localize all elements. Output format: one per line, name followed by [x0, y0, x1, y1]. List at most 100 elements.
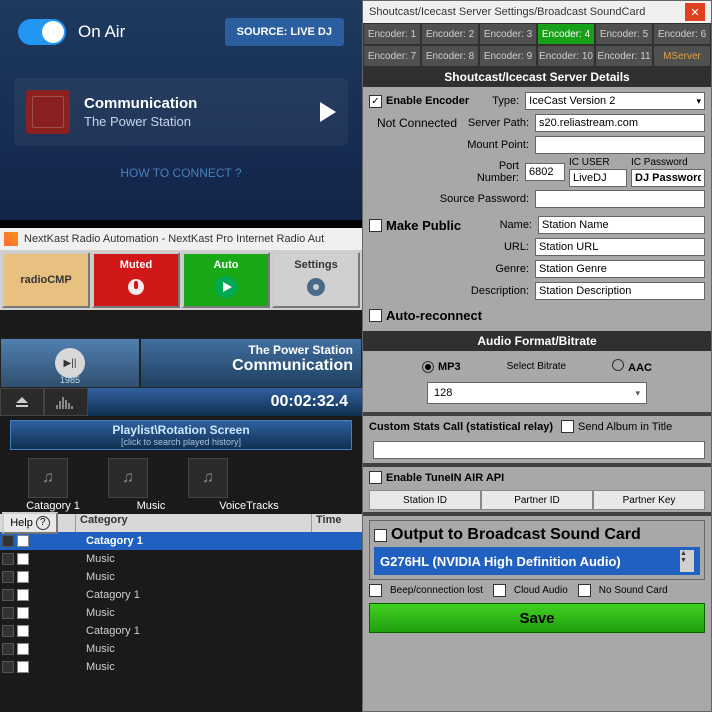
- row-checkbox[interactable]: [17, 571, 29, 583]
- soundcard-select[interactable]: G276HL (NVIDIA High Definition Audio)▲▼: [374, 547, 700, 575]
- server-path-input[interactable]: [535, 114, 705, 132]
- playlist-row[interactable]: Music: [0, 550, 362, 568]
- onair-label: On Air: [78, 22, 125, 42]
- row-checkbox[interactable]: [17, 607, 29, 619]
- bitrate-select[interactable]: 128▾: [427, 382, 647, 404]
- playlist-row[interactable]: Music: [0, 568, 362, 586]
- close-button[interactable]: ✕: [685, 3, 705, 21]
- play-pause-icon[interactable]: ▶||: [55, 348, 85, 378]
- track-icon: [2, 535, 14, 547]
- save-button[interactable]: Save: [369, 603, 705, 633]
- playlist-row[interactable]: Catagory 1: [0, 622, 362, 640]
- tunein-partner-key[interactable]: Partner Key: [593, 490, 705, 510]
- playlist-row[interactable]: Music: [0, 640, 362, 658]
- category-label[interactable]: VoiceTracks: [214, 500, 284, 512]
- no-soundcard-checkbox[interactable]: [578, 584, 591, 597]
- rotation-screen-button[interactable]: Playlist\Rotation Screen [click to searc…: [10, 420, 352, 450]
- row-checkbox[interactable]: [17, 535, 29, 547]
- track-year: 1985: [60, 375, 80, 385]
- make-public-checkbox[interactable]: [369, 219, 382, 232]
- eject-button[interactable]: [0, 388, 44, 416]
- port-input[interactable]: [525, 163, 565, 181]
- output-soundcard-checkbox[interactable]: [374, 529, 387, 542]
- category-label[interactable]: Music: [116, 500, 186, 512]
- radiocmp-button[interactable]: radioCMP: [2, 252, 90, 308]
- beep-checkbox[interactable]: [369, 584, 382, 597]
- encoder-tab[interactable]: Encoder: 3: [479, 23, 537, 45]
- row-checkbox[interactable]: [17, 661, 29, 673]
- encoder-tab[interactable]: Encoder: 11: [595, 45, 653, 67]
- streaming-panel: On Air SOURCE: LIVE DJ Communication The…: [0, 0, 362, 220]
- player-art-slot[interactable]: ▶|| 1985: [0, 338, 140, 388]
- tunein-checkbox[interactable]: [369, 471, 382, 484]
- playlist-row[interactable]: Music: [0, 658, 362, 676]
- muted-button[interactable]: Muted: [92, 252, 180, 308]
- mp3-radio[interactable]: [422, 361, 434, 373]
- question-icon: ?: [36, 516, 50, 530]
- encoder-tab[interactable]: Encoder: 7: [363, 45, 421, 67]
- window-titlebar: NextKast Radio Automation - NextKast Pro…: [0, 228, 362, 250]
- help-button[interactable]: Help?: [2, 512, 58, 534]
- track-icon: [2, 625, 14, 637]
- encoder-tab[interactable]: Encoder: 5: [595, 23, 653, 45]
- source-button[interactable]: SOURCE: LIVE DJ: [225, 18, 344, 46]
- tunein-station-id[interactable]: Station ID: [369, 490, 481, 510]
- category-label[interactable]: Catagory 1: [18, 500, 88, 512]
- row-checkbox[interactable]: [17, 625, 29, 637]
- cloud-audio-checkbox[interactable]: [493, 584, 506, 597]
- playlist-row[interactable]: Catagory 1: [0, 532, 362, 550]
- onair-toggle[interactable]: [18, 19, 66, 45]
- ic-password-input[interactable]: [631, 169, 705, 187]
- send-album-checkbox[interactable]: [561, 420, 574, 433]
- station-url-input[interactable]: [535, 238, 705, 256]
- station-name-input[interactable]: [538, 216, 705, 234]
- play-icon[interactable]: [320, 102, 336, 122]
- encoder-tab[interactable]: Encoder: 6: [653, 23, 711, 45]
- connection-status: Not Connected: [369, 116, 465, 130]
- station-desc-input[interactable]: [535, 282, 705, 300]
- row-checkbox[interactable]: [17, 643, 29, 655]
- encoder-tab[interactable]: Encoder: 4: [537, 23, 595, 45]
- auto-reconnect-checkbox[interactable]: [369, 309, 382, 322]
- encoder-tab[interactable]: Encoder: 9: [479, 45, 537, 67]
- section-header: Shoutcast/Icecast Server Details: [363, 67, 711, 87]
- settings-button[interactable]: Settings: [272, 252, 360, 308]
- aac-radio[interactable]: [612, 359, 624, 371]
- playlist-row[interactable]: Catagory 1: [0, 586, 362, 604]
- track-icon: [2, 571, 14, 583]
- station-genre-input[interactable]: [535, 260, 705, 278]
- track-icon: [2, 589, 14, 601]
- howto-link[interactable]: HOW TO CONNECT ?: [0, 166, 362, 180]
- music-note-icon[interactable]: ♫: [188, 458, 228, 498]
- encoder-tab[interactable]: Encoder: 2: [421, 23, 479, 45]
- track-icon: [2, 661, 14, 673]
- music-note-icon[interactable]: ♫: [108, 458, 148, 498]
- waveform-button[interactable]: [44, 388, 88, 416]
- section-header: Audio Format/Bitrate: [363, 331, 711, 351]
- scroll-icon[interactable]: ▲▼: [680, 550, 694, 572]
- gear-icon: [302, 273, 330, 301]
- encoder-tab[interactable]: Encoder: 10: [537, 45, 595, 67]
- player-artist: The Power Station: [149, 343, 353, 357]
- source-password-input[interactable]: [535, 190, 705, 208]
- playlist-row[interactable]: Music: [0, 604, 362, 622]
- enable-encoder-checkbox[interactable]: ✓: [369, 95, 382, 108]
- row-checkbox[interactable]: [17, 589, 29, 601]
- tunein-partner-id[interactable]: Partner ID: [481, 490, 593, 510]
- player-title: Communication: [149, 357, 353, 375]
- track-artist: The Power Station: [84, 114, 320, 129]
- now-playing-card: Communication The Power Station: [14, 78, 348, 146]
- stats-call-input[interactable]: [373, 441, 705, 459]
- auto-button[interactable]: Auto: [182, 252, 270, 308]
- encoder-tab[interactable]: Encoder: 8: [421, 45, 479, 67]
- encoder-tab[interactable]: Encoder: 1: [363, 23, 421, 45]
- row-checkbox[interactable]: [17, 553, 29, 565]
- encoder-tab[interactable]: MServer: [653, 45, 711, 67]
- app-logo-icon: [4, 232, 18, 246]
- mount-point-input[interactable]: [535, 136, 705, 154]
- window-title: NextKast Radio Automation - NextKast Pro…: [24, 233, 324, 245]
- track-title: Communication: [84, 95, 320, 112]
- music-note-icon[interactable]: ♫: [28, 458, 68, 498]
- type-select[interactable]: IceCast Version 2▾: [525, 92, 705, 110]
- ic-user-input[interactable]: [569, 169, 627, 187]
